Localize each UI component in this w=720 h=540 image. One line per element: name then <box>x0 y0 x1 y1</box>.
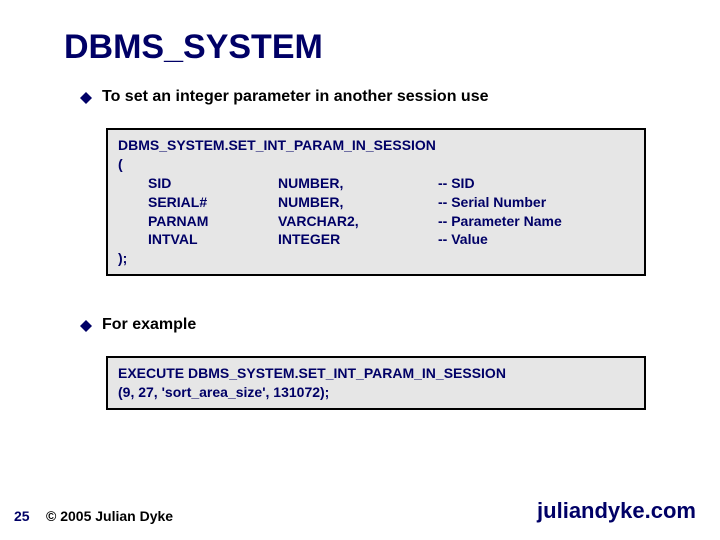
code-example-line2: (9, 27, 'sort_area_size', 131072); <box>118 383 634 402</box>
bullet-text: To set an integer parameter in another s… <box>102 88 488 106</box>
slide: DBMS_SYSTEM To set an integer parameter … <box>0 0 720 540</box>
diamond-bullet-icon <box>80 92 92 104</box>
bullet-row: To set an integer parameter in another s… <box>80 88 660 106</box>
code-proc-name: DBMS_SYSTEM.SET_INT_PARAM_IN_SESSION <box>118 136 634 155</box>
slide-title: DBMS_SYSTEM <box>64 28 323 67</box>
param-name: PARNAM <box>148 212 278 231</box>
param-row: INTVAL INTEGER -- Value <box>148 230 634 249</box>
page-number: 25 <box>0 508 40 524</box>
param-name: SID <box>148 174 278 193</box>
param-comment: -- Value <box>438 230 488 249</box>
param-row: PARNAM VARCHAR2, -- Parameter Name <box>148 212 634 231</box>
param-table: SID NUMBER, -- SID SERIAL# NUMBER, -- Se… <box>148 174 634 250</box>
param-row: SERIAL# NUMBER, -- Serial Number <box>148 193 634 212</box>
param-comment: -- SID <box>438 174 475 193</box>
slide-content: To set an integer parameter in another s… <box>80 88 660 410</box>
param-type: INTEGER <box>278 230 438 249</box>
param-comment: -- Parameter Name <box>438 212 562 231</box>
param-type: VARCHAR2, <box>278 212 438 231</box>
param-type: NUMBER, <box>278 193 438 212</box>
param-name: INTVAL <box>148 230 278 249</box>
code-example-line1: EXECUTE DBMS_SYSTEM.SET_INT_PARAM_IN_SES… <box>118 364 634 383</box>
code-box-signature: DBMS_SYSTEM.SET_INT_PARAM_IN_SESSION ( S… <box>106 128 646 276</box>
bullet-row: For example <box>80 316 660 334</box>
diamond-bullet-icon <box>80 320 92 332</box>
param-name: SERIAL# <box>148 193 278 212</box>
code-open-paren: ( <box>118 155 634 174</box>
code-close-paren: ); <box>118 249 634 268</box>
website-text: juliandyke.com <box>537 498 696 524</box>
copyright-text: © 2005 Julian Dyke <box>46 508 173 524</box>
param-comment: -- Serial Number <box>438 193 546 212</box>
code-box-example: EXECUTE DBMS_SYSTEM.SET_INT_PARAM_IN_SES… <box>106 356 646 410</box>
bullet-text: For example <box>102 316 196 334</box>
slide-footer: 25 © 2005 Julian Dyke juliandyke.com <box>0 498 720 524</box>
param-row: SID NUMBER, -- SID <box>148 174 634 193</box>
param-type: NUMBER, <box>278 174 438 193</box>
